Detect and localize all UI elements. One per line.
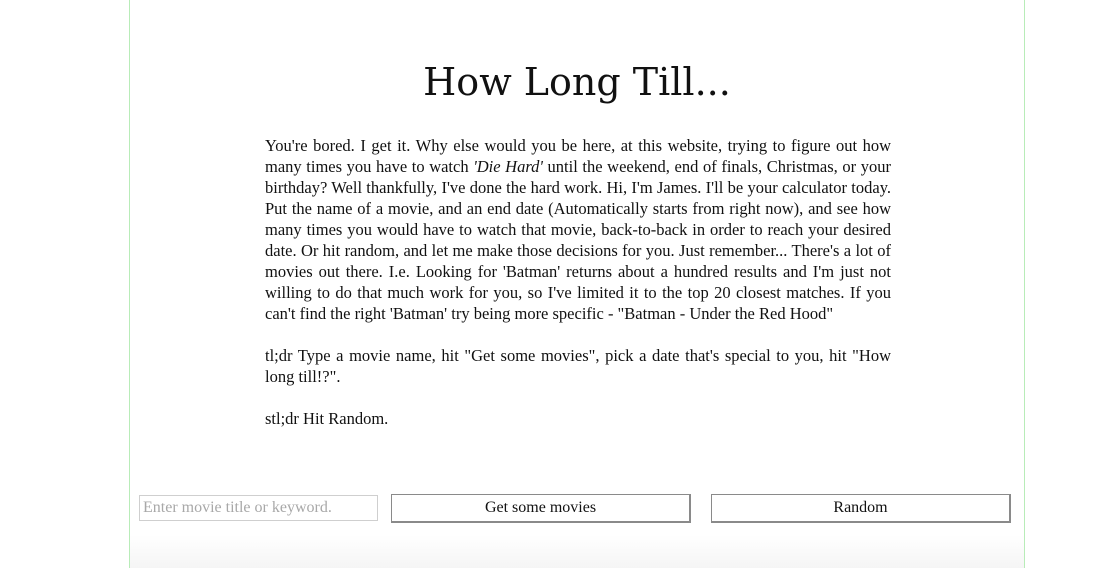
get-movies-button[interactable]: Get some movies bbox=[391, 494, 691, 523]
intro-paragraph: You're bored. I get it. Why else would y… bbox=[265, 135, 891, 324]
page-container: How Long Till... You're bored. I get it.… bbox=[129, 0, 1025, 568]
intro-text: You're bored. I get it. Why else would y… bbox=[265, 135, 891, 429]
stldr-paragraph: stl;dr Hit Random. bbox=[265, 409, 389, 428]
random-button[interactable]: Random bbox=[711, 494, 1011, 523]
tldr-paragraph: tl;dr Type a movie name, hit "Get some m… bbox=[265, 346, 891, 386]
movie-example: 'Die Hard' bbox=[473, 157, 543, 176]
controls-row: Get some movies Random bbox=[130, 494, 1024, 524]
page-title: How Long Till... bbox=[423, 60, 731, 104]
movie-search-input[interactable] bbox=[139, 495, 378, 521]
intro-text-rest: until the weekend, end of finals, Christ… bbox=[265, 157, 891, 323]
